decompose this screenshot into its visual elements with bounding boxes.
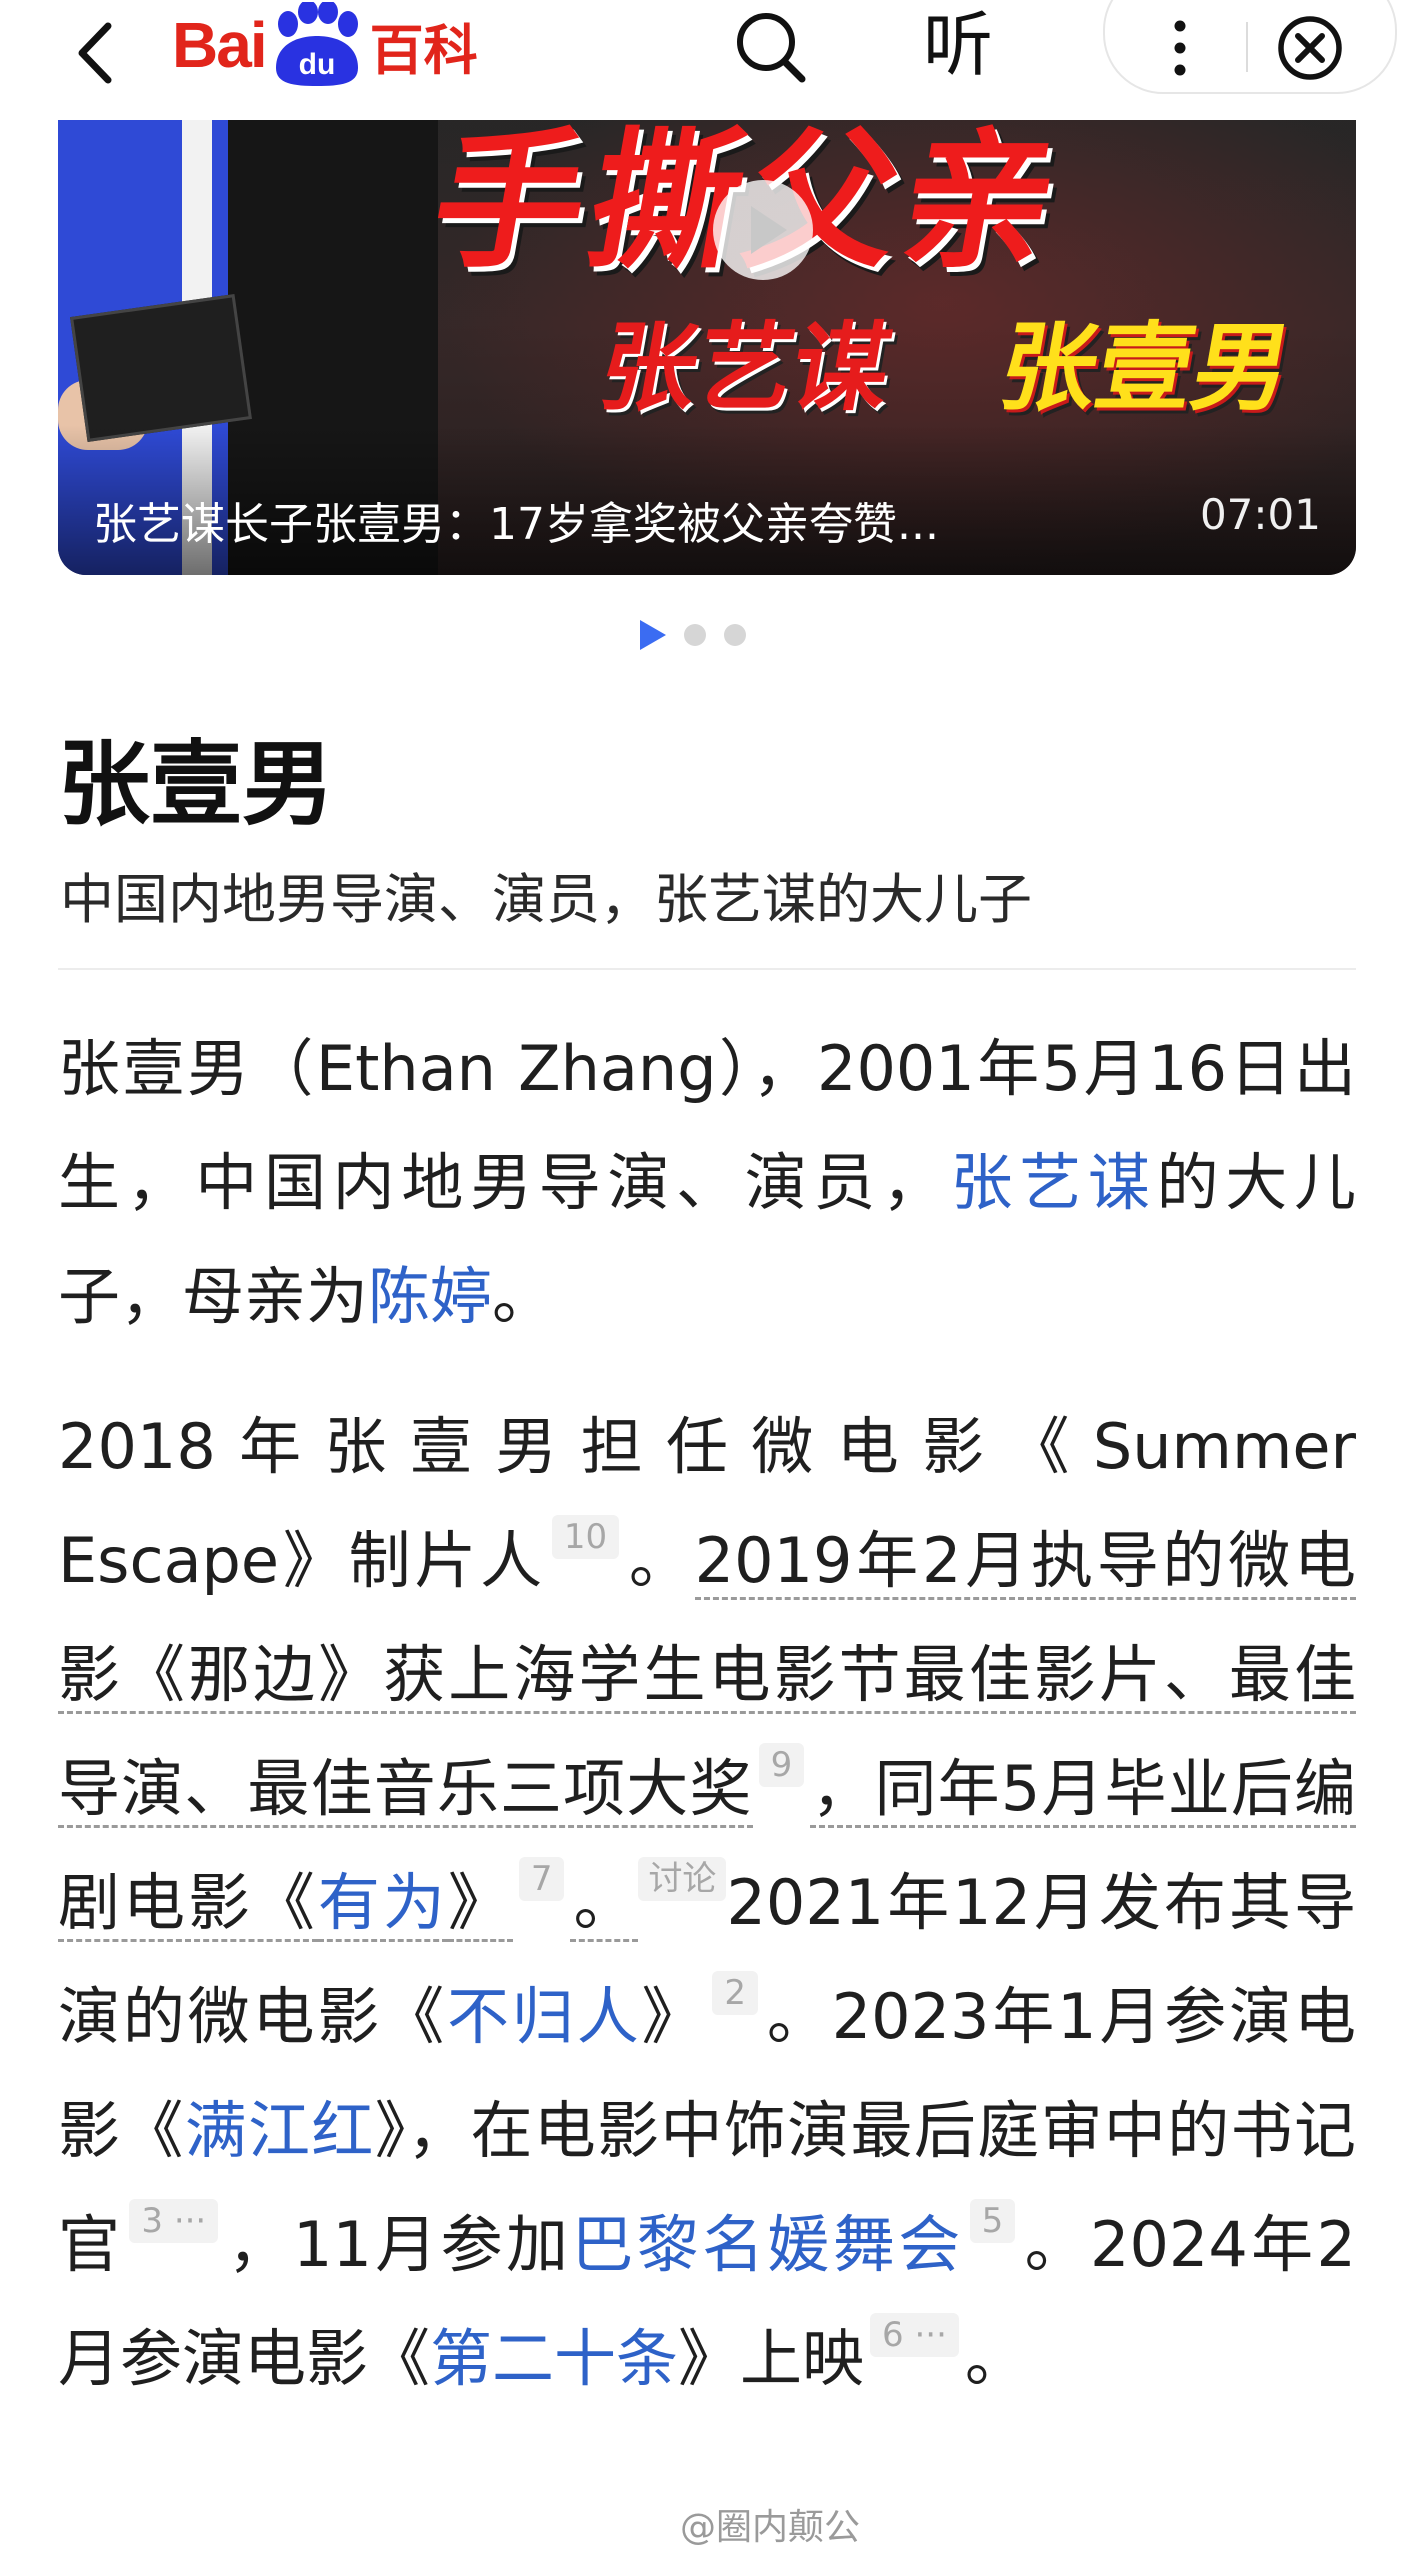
- text-segment: 。: [964, 2322, 1027, 2395]
- video-caption: 张艺谋长子张壹男：17岁拿奖被父亲夸赞...: [93, 499, 939, 550]
- link-you-wei[interactable]: 有为: [317, 1866, 448, 1942]
- search-icon[interactable]: [728, 4, 812, 88]
- discussed-text-segment[interactable]: 》: [447, 1866, 513, 1942]
- logo-bai-text: Bai: [172, 9, 268, 81]
- link-paris-ball[interactable]: 巴黎名媛舞会: [571, 2208, 963, 2281]
- logo-baike-text: 百科: [369, 18, 478, 82]
- entry-title: 张壹男: [58, 731, 335, 838]
- close-circle-icon[interactable]: [1270, 8, 1350, 88]
- discuss-badge[interactable]: 讨论: [638, 1857, 727, 1901]
- citation-ref-10[interactable]: 10: [551, 1515, 620, 1559]
- more-vertical-icon[interactable]: [1150, 8, 1210, 88]
- entry-subtitle: 中国内地男导演、演员，张艺谋的大儿子: [60, 868, 1032, 931]
- menu-capsule: [1103, 0, 1397, 94]
- citation-ref-5[interactable]: 5: [969, 2199, 1016, 2243]
- text-segment: ，11月参加: [224, 2208, 572, 2281]
- text-segment: 。: [492, 1260, 555, 1333]
- capsule-divider: [1246, 22, 1248, 72]
- discussed-text-segment[interactable]: 。: [570, 1866, 639, 1942]
- weibo-watermark: @圈内颠公: [680, 2507, 861, 2548]
- summary-paragraph-2: 2018年张壹男担任微电影《Summer Escape》制片人 10 。2019年2…: [58, 1390, 1356, 2416]
- listen-button[interactable]: 听: [908, 0, 1008, 90]
- citation-ref-9[interactable]: 9: [758, 1743, 805, 1787]
- logo-du-text: du: [298, 48, 335, 81]
- link-zhang-yimou[interactable]: 张艺谋: [951, 1146, 1157, 1219]
- play-icon[interactable]: [713, 180, 813, 280]
- carousel-dot[interactable]: [724, 624, 746, 646]
- baidu-paw-logo-icon: du: [275, 2, 358, 86]
- summary-paragraph-1: 张壹男（Ethan Zhang），2001年5月16日出生，中国内地男导演、演员…: [58, 1012, 1356, 1354]
- citation-ref-3[interactable]: 3 ···: [129, 2199, 219, 2243]
- top-navigation-bar: Bai du 百科 听: [0, 0, 1412, 120]
- section-divider: [58, 968, 1356, 970]
- banner-name-left: 张艺谋: [591, 312, 900, 424]
- link-bu-gui-ren[interactable]: 不归人: [447, 1980, 642, 2053]
- carousel-indicator: [640, 620, 746, 650]
- baidu-baike-logo[interactable]: Bai du 百科: [172, 0, 478, 90]
- text-segment: 》上映: [678, 2322, 865, 2395]
- text-segment: 。: [625, 1524, 695, 1597]
- video-duration: 07:01: [1199, 490, 1321, 539]
- citation-ref-6[interactable]: 6 ···: [870, 2313, 959, 2357]
- citation-ref-7[interactable]: 7: [518, 1857, 565, 1901]
- banner-name-right: 张壹男: [991, 312, 1300, 424]
- citation-ref-2[interactable]: 2: [712, 1971, 759, 2015]
- carousel-dot-active-play-icon[interactable]: [640, 620, 666, 650]
- carousel-dot[interactable]: [684, 624, 706, 646]
- link-di-er-shi-tiao[interactable]: 第二十条: [430, 2322, 678, 2395]
- video-banner[interactable]: 手撕父亲 张艺谋 张壹男 张艺谋长子张壹男：17岁拿奖被父亲夸赞... 07:0…: [58, 120, 1356, 575]
- link-man-jiang-hong[interactable]: 满江红: [185, 2094, 375, 2167]
- link-chen-ting[interactable]: 陈婷: [368, 1260, 492, 1333]
- chevron-left-icon[interactable]: [62, 18, 132, 88]
- text-segment: 》: [641, 1980, 707, 2053]
- banner-certificate: [70, 294, 252, 442]
